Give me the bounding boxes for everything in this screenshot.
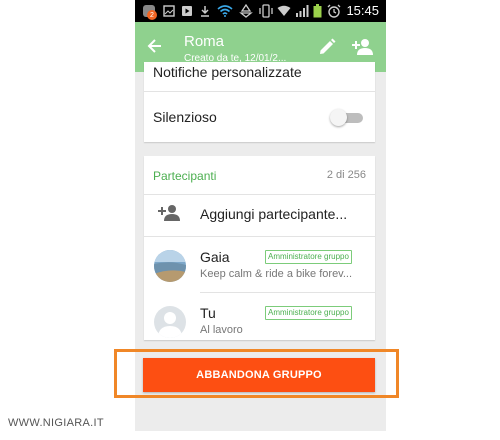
participant-name: Tu: [200, 305, 216, 321]
download-icon: [199, 4, 211, 18]
watermark: WWW.NIGIARA.IT: [8, 417, 104, 429]
wifi-icon: [217, 4, 233, 18]
group-title[interactable]: Roma: [184, 33, 224, 50]
add-participant-icon[interactable]: [158, 204, 180, 222]
avatar[interactable]: [154, 306, 186, 338]
clock: 15:45: [346, 3, 379, 18]
custom-notifications-item[interactable]: Notifiche personalizzate: [153, 64, 302, 80]
silent-label[interactable]: Silenzioso: [153, 109, 217, 125]
admin-badge: Amministratore gruppo: [265, 250, 352, 264]
notification-count: 2: [147, 10, 157, 20]
divider: [144, 194, 375, 195]
admin-badge: Amministratore gruppo: [265, 306, 352, 320]
highlight-box: [114, 349, 399, 398]
participant-status: Keep calm & ride a bike forev...: [200, 268, 353, 280]
avatar[interactable]: [154, 250, 186, 282]
participant-name: Gaia: [200, 249, 230, 265]
image-icon: [163, 4, 175, 18]
divider: [200, 292, 375, 293]
battery-icon: [313, 4, 322, 18]
wifi-icon: [277, 4, 291, 18]
recycle-icon: [239, 4, 253, 18]
play-icon: [181, 4, 193, 18]
divider: [144, 236, 375, 237]
edit-pencil-icon[interactable]: [317, 37, 337, 57]
status-bar: 2 15:45: [135, 0, 386, 22]
add-participant-button[interactable]: Aggiungi partecipante...: [200, 206, 347, 222]
divider: [144, 91, 375, 92]
participants-count: 2 di 256: [326, 169, 366, 181]
participant-status: Al lavoro: [200, 324, 243, 336]
participant-row[interactable]: Tu Amministratore gruppo Al lavoro: [144, 298, 375, 354]
signal-icon: [295, 4, 309, 18]
settings-card: Notifiche personalizzate Silenzioso: [144, 62, 375, 142]
participants-header: Partecipanti: [153, 169, 217, 183]
silent-toggle-knob[interactable]: [330, 109, 347, 126]
vibrate-icon: [259, 4, 273, 18]
alarm-icon: [327, 4, 341, 18]
participant-row[interactable]: Gaia Amministratore gruppo Keep calm & r…: [144, 242, 375, 298]
back-arrow-icon[interactable]: [145, 36, 165, 56]
add-participant-icon[interactable]: [352, 37, 374, 57]
participants-card: Partecipanti 2 di 256 Aggiungi partecipa…: [144, 156, 375, 340]
